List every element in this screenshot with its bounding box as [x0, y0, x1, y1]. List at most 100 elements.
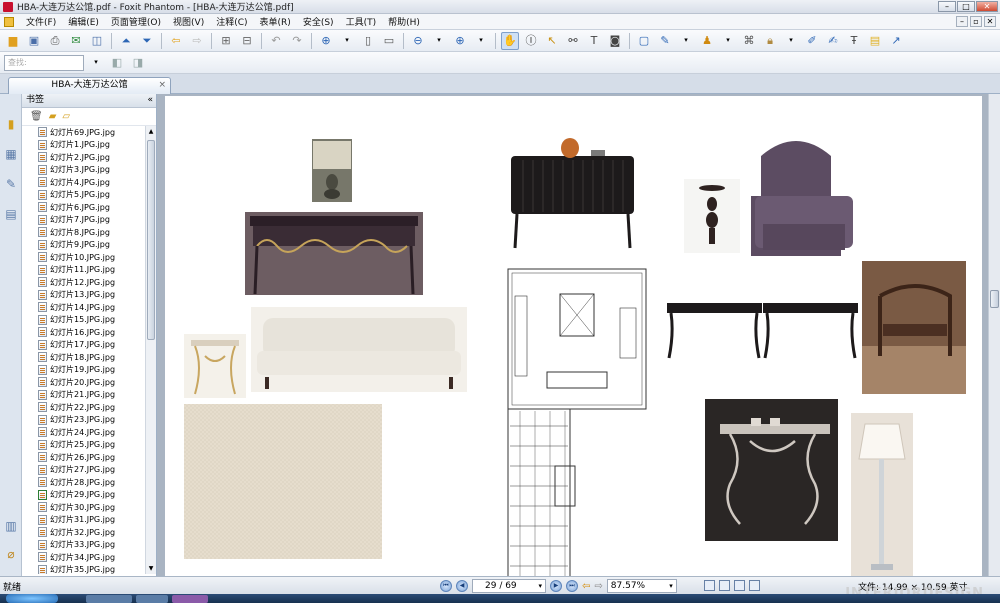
dropdown-arrow-icon[interactable]: ▾: [472, 32, 490, 50]
menu-edit[interactable]: 编辑(E): [62, 15, 105, 28]
bookmark-item[interactable]: 幻灯片21.JPG.jpg: [22, 389, 146, 402]
single-page-icon[interactable]: [704, 580, 715, 591]
bookmark-item[interactable]: 幻灯片31.JPG.jpg: [22, 514, 146, 527]
next-page-nav-icon[interactable]: ▶: [550, 580, 562, 592]
stamp-icon[interactable]: ♟: [698, 32, 716, 50]
menu-comment[interactable]: 注释(C): [210, 15, 253, 28]
email-icon[interactable]: ✉: [67, 32, 85, 50]
dropdown-arrow-icon[interactable]: ▾: [338, 32, 356, 50]
menu-view[interactable]: 视图(V): [167, 15, 210, 28]
last-page-icon[interactable]: ⏭: [566, 580, 578, 592]
bookmark-item[interactable]: 幻灯片18.JPG.jpg: [22, 351, 146, 364]
taskbar-button[interactable]: [172, 595, 208, 603]
bookmark-item[interactable]: 幻灯片2.JPG.jpg: [22, 151, 146, 164]
delete-bookmark-icon[interactable]: 🗑︎: [30, 111, 43, 122]
bookmark-item[interactable]: 幻灯片17.JPG.jpg: [22, 339, 146, 352]
dropdown-arrow-icon[interactable]: ▾: [669, 580, 673, 592]
bookmark-item[interactable]: 幻灯片35.JPG.jpg: [22, 564, 146, 574]
undo-icon[interactable]: ↶: [267, 32, 285, 50]
new-bookmark-icon[interactable]: ▰: [49, 111, 57, 122]
fit-page-icon[interactable]: ▯: [359, 32, 377, 50]
rectangle-icon[interactable]: ▢: [635, 32, 653, 50]
menu-security[interactable]: 安全(S): [297, 15, 340, 28]
arrow-tool-icon[interactable]: ↗: [887, 32, 905, 50]
bookmark-item[interactable]: 幻灯片25.JPG.jpg: [22, 439, 146, 452]
scroll-down-arrow-icon[interactable]: ▼: [146, 563, 156, 574]
zoom-level-field[interactable]: 87.57% ▾: [606, 579, 677, 593]
typewriter-icon[interactable]: T: [585, 32, 603, 50]
start-button[interactable]: [6, 594, 58, 603]
paperclip-icon[interactable]: ⌀: [3, 546, 19, 562]
menu-page-organize[interactable]: 页面管理(O): [105, 15, 167, 28]
bookmarks-panel-icon[interactable]: ▮: [3, 116, 19, 132]
scroll-up-arrow-icon[interactable]: ▲: [146, 126, 156, 137]
dropdown-arrow-icon[interactable]: ▾: [87, 54, 105, 72]
dropdown-arrow-icon[interactable]: ▾: [719, 32, 737, 50]
find-next-icon[interactable]: ◨: [129, 54, 147, 72]
sign-icon[interactable]: ✍: [824, 32, 842, 50]
hand-tool-icon[interactable]: ✋: [501, 31, 519, 50]
pages-panel-icon[interactable]: ▦: [3, 146, 19, 162]
bookmark-item[interactable]: 幻灯片3.JPG.jpg: [22, 164, 146, 177]
go-forward-icon[interactable]: ⇨: [594, 581, 602, 592]
close-button[interactable]: ✕: [976, 1, 998, 12]
zoom-out-icon[interactable]: ⊖: [409, 32, 427, 50]
close-tab-icon[interactable]: ×: [158, 78, 166, 93]
first-page-icon[interactable]: ⏮: [440, 580, 452, 592]
dropdown-arrow-icon[interactable]: ▾: [782, 32, 800, 50]
bookmark-item[interactable]: 幻灯片34.JPG.jpg: [22, 551, 146, 564]
back-arrow-icon[interactable]: ⇦: [167, 32, 185, 50]
attachment-icon[interactable]: ⌘: [740, 32, 758, 50]
bookmark-item[interactable]: 幻灯片1.JPG.jpg: [22, 139, 146, 152]
bookmark-item[interactable]: 幻灯片6.JPG.jpg: [22, 201, 146, 214]
bookmark-item[interactable]: 幻灯片4.JPG.jpg: [22, 176, 146, 189]
bookmark-item[interactable]: 幻灯片24.JPG.jpg: [22, 426, 146, 439]
select-arrow-icon[interactable]: ↖: [543, 32, 561, 50]
expand-bookmark-icon[interactable]: ▱: [62, 111, 70, 122]
collapse-panel-icon[interactable]: «: [147, 94, 153, 107]
snapshot-icon[interactable]: ◙: [606, 32, 624, 50]
insert-page-icon[interactable]: ⊞: [217, 32, 235, 50]
comment-note-icon[interactable]: ▤: [866, 32, 884, 50]
pencil-icon[interactable]: ✎: [656, 32, 674, 50]
select-text-icon[interactable]: Ⓘ: [522, 32, 540, 50]
bookmark-item[interactable]: 幻灯片15.JPG.jpg: [22, 314, 146, 327]
continuous-facing-icon[interactable]: [749, 580, 760, 591]
find-input[interactable]: 查找:: [4, 54, 84, 71]
dropdown-arrow-icon[interactable]: ▾: [430, 32, 448, 50]
maximize-button[interactable]: □: [957, 1, 975, 12]
next-page-icon[interactable]: ⏷: [138, 32, 156, 50]
find-previous-icon[interactable]: ◧: [108, 54, 126, 72]
document-scrollbar[interactable]: [988, 94, 1000, 576]
open-folder-icon[interactable]: ▆: [4, 32, 22, 50]
bookmark-item[interactable]: 幻灯片16.JPG.jpg: [22, 326, 146, 339]
bookmark-item[interactable]: 幻灯片19.JPG.jpg: [22, 364, 146, 377]
continuous-page-icon[interactable]: [719, 580, 730, 591]
zoom-tool-icon[interactable]: ⊕: [317, 32, 335, 50]
taskbar-button[interactable]: [86, 595, 132, 603]
menu-file[interactable]: 文件(F): [20, 15, 62, 28]
fit-width-icon[interactable]: ▭: [380, 32, 398, 50]
layers-panel-icon[interactable]: ▤: [3, 206, 19, 222]
menu-help[interactable]: 帮助(H): [382, 15, 426, 28]
taskbar-button[interactable]: [136, 595, 168, 603]
dropdown-arrow-icon[interactable]: ▾: [538, 580, 542, 592]
edit-document-icon[interactable]: ✐: [803, 32, 821, 50]
bookmark-item[interactable]: 幻灯片9.JPG.jpg: [22, 239, 146, 252]
dropdown-arrow-icon[interactable]: ▾: [677, 32, 695, 50]
bookmark-item[interactable]: 幻灯片69.JPG.jpg: [22, 126, 146, 139]
minimize-button[interactable]: –: [938, 1, 956, 12]
page-number-field[interactable]: 29 / 69 ▾: [472, 579, 546, 593]
facing-page-icon[interactable]: [734, 580, 745, 591]
bookmark-item[interactable]: 幻灯片20.JPG.jpg: [22, 376, 146, 389]
bookmark-item[interactable]: 幻灯片5.JPG.jpg: [22, 189, 146, 202]
bookmark-item[interactable]: 幻灯片23.JPG.jpg: [22, 414, 146, 427]
comments-panel-icon[interactable]: ✎: [3, 176, 19, 192]
binoculars-icon[interactable]: ⚯: [564, 32, 582, 50]
bookmark-item[interactable]: 幻灯片14.JPG.jpg: [22, 301, 146, 314]
bookmark-item[interactable]: 幻灯片27.JPG.jpg: [22, 464, 146, 477]
attachments-panel-icon[interactable]: ▥: [3, 518, 19, 534]
doc-minimize-button[interactable]: –: [956, 16, 968, 27]
bookmark-item[interactable]: 幻灯片30.JPG.jpg: [22, 501, 146, 514]
bookmark-item[interactable]: 幻灯片33.JPG.jpg: [22, 539, 146, 552]
